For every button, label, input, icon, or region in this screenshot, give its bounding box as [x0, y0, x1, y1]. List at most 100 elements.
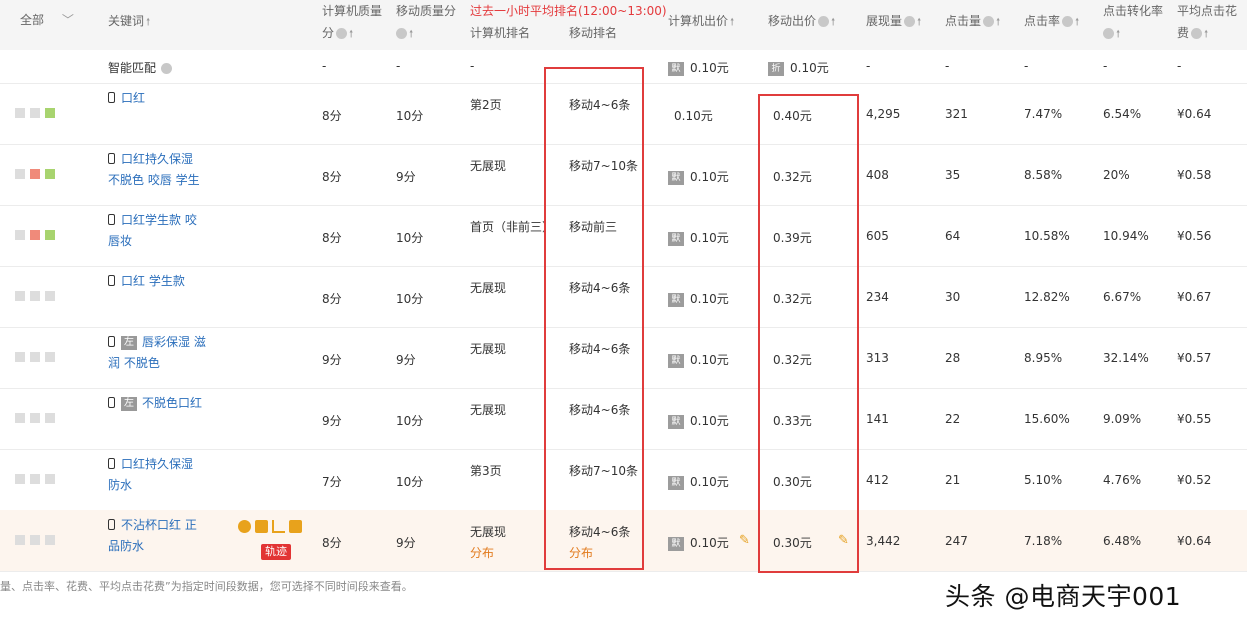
cvr: 6.54% [1103, 107, 1142, 121]
mobile-bid[interactable]: 0.40元 [773, 107, 812, 124]
chart-icon[interactable] [272, 520, 285, 533]
help-icon[interactable] [904, 16, 916, 27]
col-cvr[interactable]: 点击转化率 🠕 [1103, 0, 1163, 46]
keyword-text[interactable]: 口红 学生款 [121, 274, 185, 288]
col-mobile-bid[interactable]: 移动出价 🠕 [768, 10, 835, 34]
sort-up-icon: 🠕 [996, 17, 1001, 28]
pc-bid[interactable]: 默 0.10元 [668, 534, 729, 551]
edit-pencil-icon[interactable]: ✎ [838, 533, 849, 548]
help-icon[interactable] [983, 16, 995, 27]
pc-bid[interactable]: 默 0.10元 [668, 351, 729, 368]
keyword-text-2[interactable]: 不脱色 咬唇 学生 [108, 170, 218, 191]
col-mobile-bid-label: 移动出价 [768, 14, 817, 28]
distribution-link[interactable]: 分布 [569, 544, 593, 561]
col-cpc[interactable]: 平均点击花 费 🠕 [1177, 0, 1237, 46]
discount-badge-icon: 折 [768, 61, 784, 76]
mobile-bid[interactable]: 0.30元 [773, 473, 812, 490]
row-actions [238, 519, 306, 533]
help-icon[interactable] [336, 28, 348, 39]
table-row: 口红学生款 咬 唇妆 8分 10分 首页（非前三） 移动前三默 0.10元 0.39元 60… [0, 205, 1247, 267]
ctr: 5.10% [1024, 473, 1063, 487]
keyword-text[interactable]: 口红持久保湿 [121, 152, 193, 166]
mobile-bid[interactable]: 0.32元 [773, 290, 812, 307]
mobile-phone-icon [108, 458, 115, 469]
mobile-rank: 移动4~6条 [569, 525, 631, 539]
keyword-text[interactable]: 口红学生款 咬 [121, 213, 197, 227]
col-ctr[interactable]: 点击率 🠕 [1024, 10, 1079, 34]
pc-bid-value: 0.10元 [690, 475, 729, 489]
col-pc-bid[interactable]: 计算机出价 🠕 [668, 10, 734, 34]
keyword-cell[interactable]: 左唇彩保湿 滋 润 不脱色 [108, 332, 218, 374]
distribution-link[interactable]: 分布 [470, 544, 494, 561]
filter-all-dropdown[interactable]: 全部 ﹀ [20, 9, 74, 31]
pc-bid[interactable]: 默 0.10元 [668, 473, 729, 490]
keyword-text[interactable]: 不沾杯口红 正 [121, 518, 197, 532]
keyword-text-2[interactable]: 润 不脱色 [108, 353, 218, 374]
trash-icon[interactable] [289, 520, 302, 533]
help-icon[interactable] [396, 28, 407, 39]
col-pc-quality-label: 计算机质量 [322, 4, 383, 18]
mobile-quality: 10分 [396, 414, 424, 428]
pc-bid-value: 0.10元 [690, 536, 729, 550]
col-pc-quality[interactable]: 计算机质量 分 🠕 [322, 0, 382, 46]
mobile-bid[interactable]: 0.32元 [773, 351, 812, 368]
mobile-bid[interactable]: 折 0.10元 [768, 59, 829, 76]
target-icon[interactable] [238, 520, 251, 533]
keyword-cell[interactable]: 口红 [108, 88, 218, 109]
mobile-bid[interactable]: 0.33元 [773, 412, 812, 429]
edit-pencil-icon[interactable]: ✎ [739, 533, 750, 548]
mobile-rank: 移动4~6条 [569, 342, 631, 356]
pc-bid-value: 0.10元 [690, 292, 729, 306]
pc-bid[interactable]: 0.10元 [674, 107, 713, 124]
pc-bid[interactable]: 默 0.10元 [668, 168, 729, 185]
help-icon[interactable] [1062, 16, 1074, 27]
copy-icon[interactable] [255, 520, 268, 533]
sort-up-icon: 🠕 [1204, 29, 1209, 40]
pc-bid[interactable]: 默 0.10元 [668, 229, 729, 246]
clicks: 30 [945, 290, 961, 304]
mobile-quality: 9分 [396, 536, 416, 550]
col-keyword[interactable]: 关键词 🠕 [108, 10, 150, 34]
help-icon[interactable] [1103, 28, 1114, 39]
status-square [15, 474, 25, 484]
col-clicks[interactable]: 点击量 🠕 [945, 10, 1000, 34]
help-icon[interactable] [818, 16, 830, 27]
mobile-bid[interactable]: 0.39元 [773, 229, 812, 246]
mobile-rank: 移动7~10条 [569, 159, 638, 173]
mobile-bid-value: 0.10元 [790, 61, 829, 75]
mobile-quality: 10分 [396, 109, 424, 123]
status-square [15, 535, 25, 545]
keyword-cell[interactable]: 不沾杯口红 正 品防水 [108, 515, 218, 557]
impressions: 408 [866, 168, 889, 182]
col-impressions[interactable]: 展现量 🠕 [866, 10, 921, 34]
keyword-cell[interactable]: 口红持久保湿 不脱色 咬唇 学生 [108, 149, 218, 191]
keyword-cell[interactable]: 左不脱色口红 [108, 393, 218, 414]
mobile-bid[interactable]: 0.30元 [773, 534, 812, 551]
sort-up-icon: 🠕 [1116, 29, 1121, 40]
keyword-text[interactable]: 口红持久保湿 [121, 457, 193, 471]
keyword-cell[interactable]: 口红 学生款 [108, 271, 218, 292]
trail-button[interactable]: 轨迹 [261, 544, 291, 560]
keyword-text-2[interactable]: 唇妆 [108, 231, 218, 252]
pc-bid[interactable]: 默 0.10元 [668, 412, 729, 429]
keyword-text[interactable]: 口红 [121, 91, 145, 105]
keyword-text-2[interactable]: 品防水 [108, 536, 218, 557]
table-header: 全部 ﹀ 关键词 🠕 计算机质量 分 🠕 移动质量分 🠕 过去一小时平均排名(12:… [0, 0, 1247, 50]
keyword-text[interactable]: 不脱色口红 [142, 396, 202, 410]
help-icon[interactable] [161, 63, 173, 74]
col-mobile-quality[interactable]: 移动质量分 🠕 [396, 0, 456, 46]
keyword-cell[interactable]: 口红学生款 咬 唇妆 [108, 210, 218, 252]
status-square [30, 535, 40, 545]
help-icon[interactable] [1191, 28, 1203, 39]
status-square [30, 474, 40, 484]
keyword-text-2[interactable]: 防水 [108, 475, 218, 496]
smart-match-row: 智能匹配 - - - 默 0.10元 折 0.10元 - - - - - [0, 50, 1247, 84]
keyword-text[interactable]: 唇彩保湿 滋 [142, 335, 206, 349]
keyword-cell[interactable]: 口红持久保湿 防水 [108, 454, 218, 496]
cvr: 6.48% [1103, 534, 1142, 548]
mobile-bid[interactable]: 0.32元 [773, 168, 812, 185]
pc-bid[interactable]: 默 0.10元 [668, 290, 729, 307]
clicks: 28 [945, 351, 961, 365]
pc-bid[interactable]: 默 0.10元 [668, 59, 729, 76]
pc-quality: 8分 [322, 536, 342, 550]
